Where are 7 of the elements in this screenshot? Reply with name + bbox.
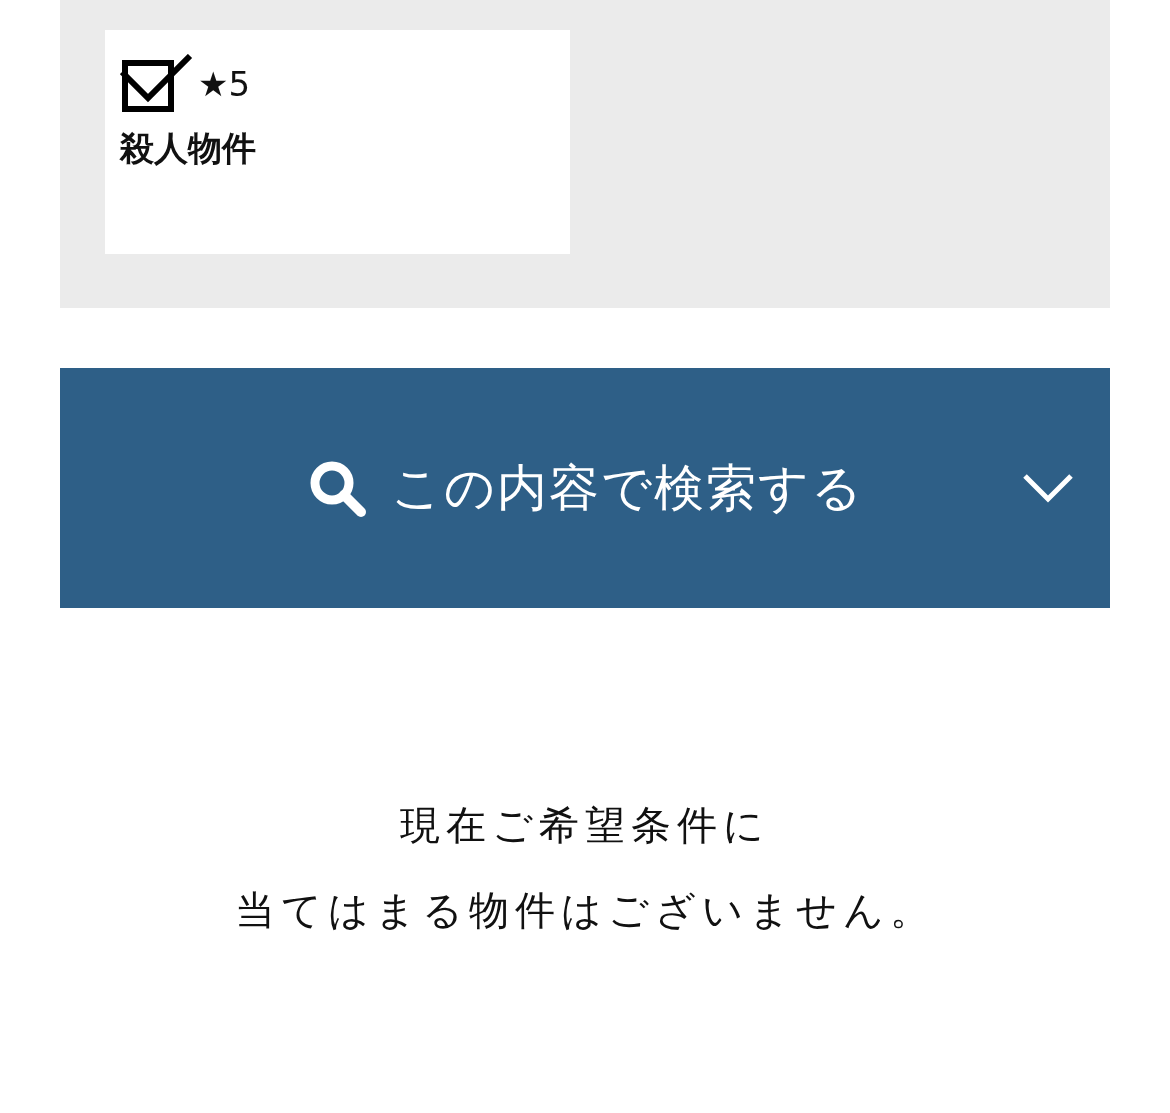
rating-label: ★5 [198,64,251,104]
search-button[interactable]: この内容で検索する [60,368,1110,608]
no-results-message: 当てはまる物件はございません。 [234,886,936,935]
checkbox[interactable] [120,54,194,114]
chevron-down-icon [1022,473,1074,503]
filter-label: 殺人物件 [120,127,257,170]
no-results-message: 現在ご希望条件に [400,801,770,850]
